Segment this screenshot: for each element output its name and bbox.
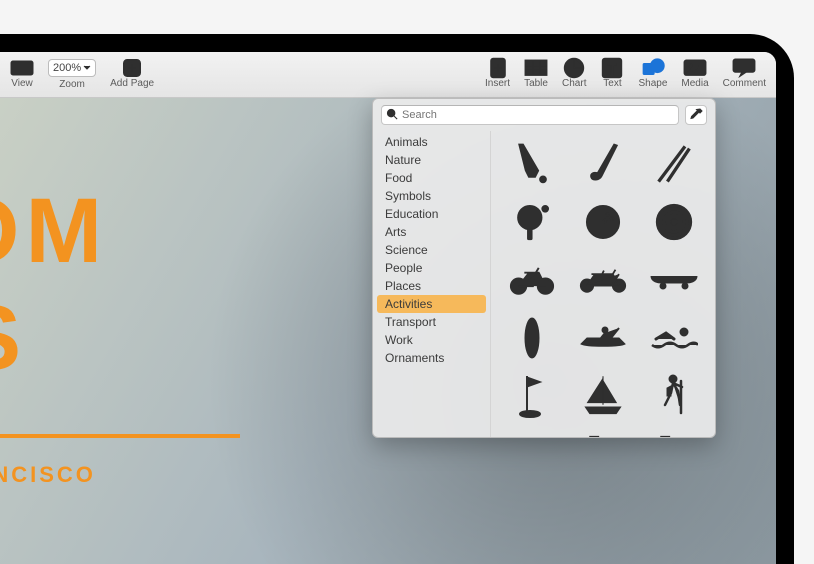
chart-icon [562, 60, 586, 76]
category-food[interactable]: Food [373, 169, 490, 187]
plus-page-icon [120, 60, 144, 76]
svg-text:T: T [608, 62, 617, 78]
text-label: Text [603, 78, 621, 89]
shape-skateboard[interactable] [642, 255, 705, 305]
shape-categories: AnimalsNatureFoodSymbolsEducationArtsSci… [373, 131, 491, 437]
zoom-value: 200% [48, 59, 96, 77]
chart-label: Chart [562, 78, 586, 89]
shapes-search-input[interactable] [381, 105, 679, 125]
category-people[interactable]: People [373, 259, 490, 277]
shape-roller-skate-2[interactable] [642, 429, 705, 437]
media-button[interactable]: Media [679, 58, 710, 91]
table-label: Table [524, 78, 548, 89]
shape-pool-cue[interactable] [642, 139, 705, 189]
view-label: View [11, 78, 33, 89]
zoom-label: Zoom [59, 79, 85, 90]
view-button[interactable]: View [8, 58, 36, 91]
shape-hang-glider[interactable] [501, 429, 564, 437]
category-transport[interactable]: Transport [373, 313, 490, 331]
comment-icon [732, 60, 756, 76]
shapes-popover: AnimalsNatureFoodSymbolsEducationArtsSci… [372, 98, 716, 438]
category-arts[interactable]: Arts [373, 223, 490, 241]
subline: ES, SAN FRANCISCO [0, 462, 96, 488]
shape-rowing[interactable] [572, 313, 635, 363]
category-ornaments[interactable]: Ornaments [373, 349, 490, 367]
insert-button[interactable]: Insert [483, 58, 512, 91]
insert-icon [486, 60, 510, 76]
text-button[interactable]: T Text [598, 58, 626, 91]
category-animals[interactable]: Animals [373, 133, 490, 151]
category-nature[interactable]: Nature [373, 151, 490, 169]
shape-bicycle[interactable] [501, 255, 564, 305]
chart-button[interactable]: Chart [560, 58, 588, 91]
media-label: Media [681, 78, 708, 89]
add-page-button[interactable]: Add Page [108, 58, 156, 91]
media-icon [683, 60, 707, 76]
category-work[interactable]: Work [373, 331, 490, 349]
shape-label: Shape [638, 78, 667, 89]
shape-swimmer[interactable] [642, 313, 705, 363]
shape-target[interactable] [642, 197, 705, 247]
eyedropper-icon [689, 108, 703, 122]
shape-tandem-bicycle[interactable] [572, 255, 635, 305]
shape-surfboard[interactable] [501, 313, 564, 363]
comment-label: Comment [723, 78, 766, 89]
zoom-button[interactable]: 200% Zoom [46, 57, 98, 92]
category-places[interactable]: Places [373, 277, 490, 295]
shape-paddle-ball[interactable] [501, 197, 564, 247]
insert-label: Insert [485, 78, 510, 89]
shape-hiker[interactable] [642, 371, 705, 421]
category-science[interactable]: Science [373, 241, 490, 259]
headline: STOM KES [0, 178, 108, 391]
table-icon [524, 60, 548, 76]
shapes-search[interactable] [381, 105, 679, 125]
eyedropper-button[interactable] [685, 105, 707, 125]
shape-bowling-ball[interactable] [572, 197, 635, 247]
shape-cricket-bat[interactable] [501, 139, 564, 189]
search-icon [386, 108, 398, 120]
comment-button[interactable]: Comment [721, 58, 768, 91]
shape-icon [641, 60, 665, 76]
shape-sailboat[interactable] [572, 371, 635, 421]
category-education[interactable]: Education [373, 205, 490, 223]
toolbar: View 200% Zoom Add Page Inse [0, 52, 776, 98]
category-activities[interactable]: Activities [377, 295, 486, 313]
chevron-down-icon [83, 65, 91, 71]
category-symbols[interactable]: Symbols [373, 187, 490, 205]
text-icon: T [600, 60, 624, 76]
shape-hockey-stick[interactable] [572, 139, 635, 189]
table-button[interactable]: Table [522, 58, 550, 91]
shapes-grid [491, 131, 715, 437]
add-page-label: Add Page [110, 78, 154, 89]
headline-underline [0, 434, 240, 438]
shape-golf-flag[interactable] [501, 371, 564, 421]
shapes-grid-scroll[interactable] [491, 131, 715, 437]
sidebar-icon [10, 60, 34, 76]
shape-roller-skate[interactable] [572, 429, 635, 437]
shape-button[interactable]: Shape [636, 58, 669, 91]
